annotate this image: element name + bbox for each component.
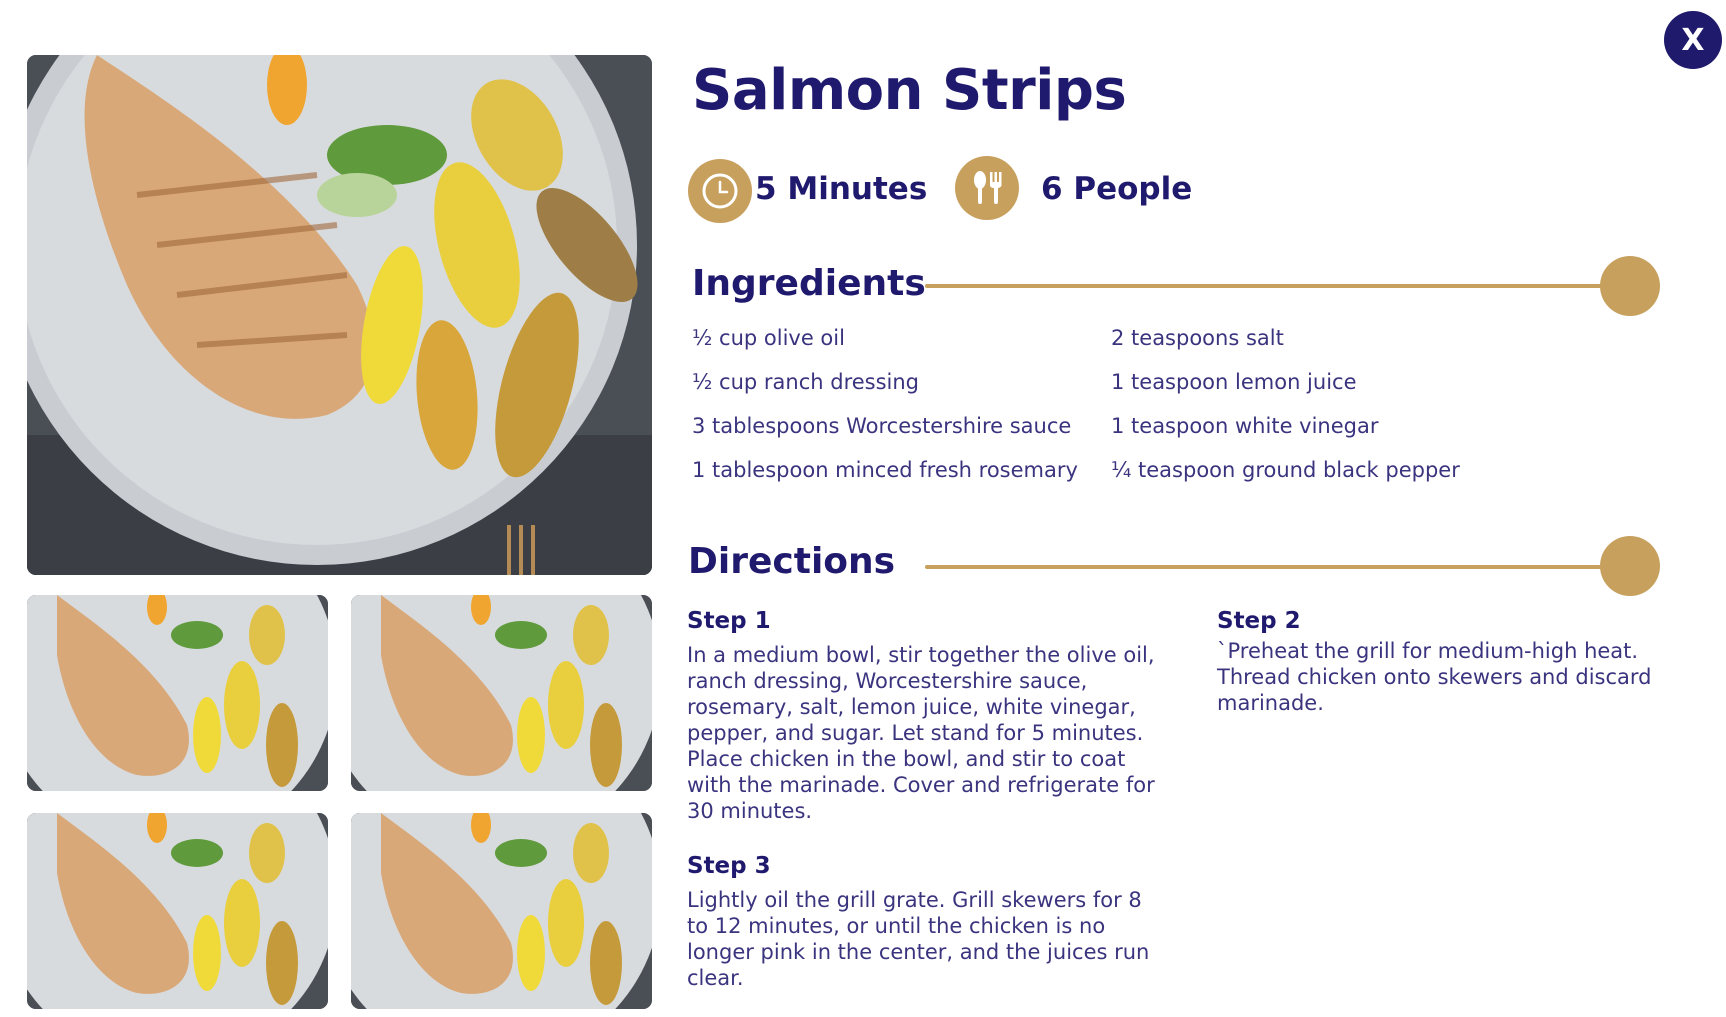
- step-text: Lightly oil the grill grate. Grill skewe…: [687, 888, 1150, 990]
- utensils-icon: [955, 156, 1019, 220]
- ingredients-column-1: ½ cup olive oil ½ cup ranch dressing 3 t…: [692, 324, 1078, 500]
- food-photo-image: [351, 813, 652, 1009]
- close-icon: X: [1681, 22, 1705, 58]
- section-divider: [925, 284, 1605, 288]
- ingredient-item: ½ cup olive oil: [692, 326, 845, 350]
- thumbnail-photo[interactable]: [351, 595, 652, 791]
- step-title: Step 3: [687, 853, 771, 879]
- main-photo[interactable]: [27, 55, 652, 575]
- ingredient-item: 1 tablespoon minced fresh rosemary: [692, 458, 1078, 482]
- section-divider-dot: [1600, 256, 1660, 316]
- recipe-modal: X Salmon Strips 5 Minutes 6 People Ingre…: [0, 0, 1726, 1017]
- thumbnail-photo[interactable]: [351, 813, 652, 1009]
- directions-heading: Directions: [688, 541, 896, 582]
- ingredient-item: 3 tablespoons Worcestershire sauce: [692, 414, 1072, 438]
- servings: 6 People: [1041, 171, 1193, 207]
- ingredient-item: ¼ teaspoon ground black pepper: [1111, 458, 1460, 482]
- thumbnail-photo[interactable]: [27, 595, 328, 791]
- ingredient-item: 1 teaspoon lemon juice: [1111, 370, 1357, 394]
- food-photo-image: [27, 595, 328, 791]
- clock-icon: [688, 159, 752, 223]
- ingredients-column-2: 2 teaspoons salt 1 teaspoon lemon juice …: [1111, 324, 1460, 500]
- step-text: `Preheat the grill for medium-high heat.…: [1217, 639, 1652, 715]
- ingredients-heading: Ingredients: [692, 263, 926, 304]
- recipe-title: Salmon Strips: [692, 58, 1127, 123]
- food-photo-image: [27, 55, 652, 575]
- step-text: In a medium bowl, stir together the oliv…: [687, 643, 1155, 823]
- step-title: Step 2: [1217, 608, 1301, 634]
- step-title: Step 1: [687, 608, 771, 634]
- ingredient-item: 2 teaspoons salt: [1111, 326, 1284, 350]
- ingredient-item: ½ cup ranch dressing: [692, 370, 920, 394]
- close-button[interactable]: X: [1664, 11, 1722, 69]
- section-divider-dot: [1600, 536, 1660, 596]
- section-divider: [925, 565, 1605, 569]
- food-photo-image: [351, 595, 652, 791]
- direction-step: Step 2 `Preheat the grill for medium-hig…: [1217, 608, 1697, 716]
- direction-step: Step 3 Lightly oil the grill grate. Gril…: [687, 853, 1157, 991]
- food-photo-image: [27, 813, 328, 1009]
- thumbnail-photo[interactable]: [27, 813, 328, 1009]
- direction-step: Step 1 In a medium bowl, stir together t…: [687, 608, 1157, 824]
- ingredient-item: 1 teaspoon white vinegar: [1111, 414, 1379, 438]
- prep-time: 5 Minutes: [755, 171, 928, 207]
